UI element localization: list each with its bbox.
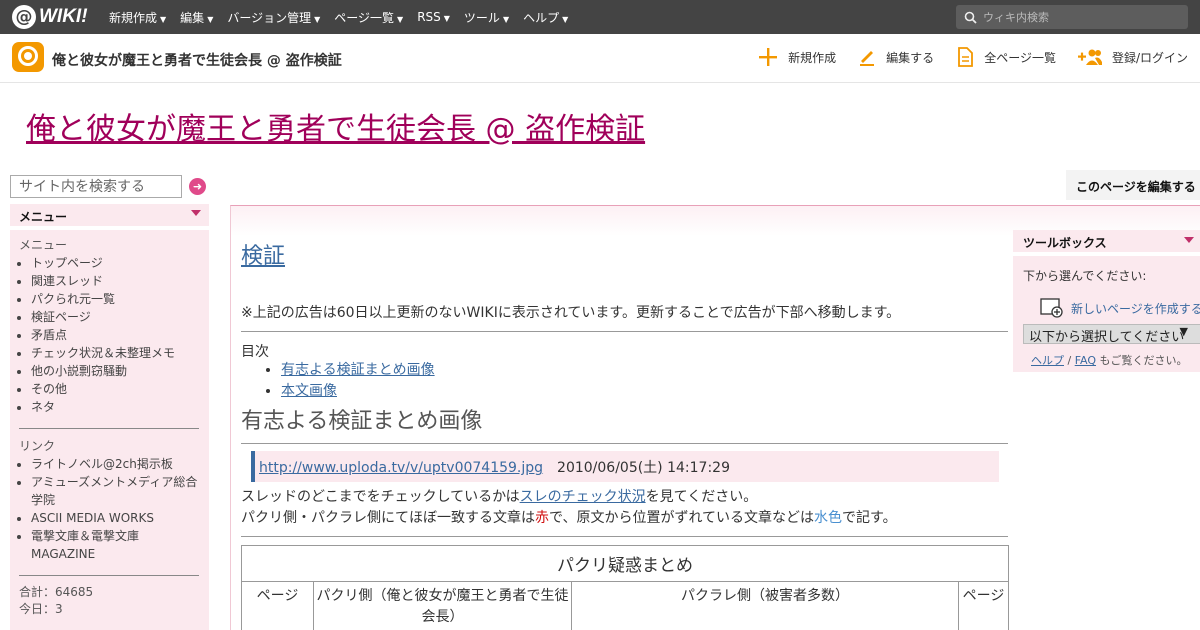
table-header-row: ページ パクリ側（俺と彼女が魔王と勇者で生徒会長） パクラレ側（被害者多数） ペ… xyxy=(241,581,1009,630)
site-header: 俺と彼女が魔王と勇者で生徒会長 @ 盗作検証 新規作成 編集する 全ページ一覧 … xyxy=(0,34,1200,83)
section-heading: 有志よる検証まとめ画像 xyxy=(241,409,483,434)
wiki-title-link[interactable]: 俺と彼女が魔王と勇者で生徒会長 @ 盗作検証 xyxy=(26,104,645,148)
image-link[interactable]: http://www.uploda.tv/v/uptv0074159.jpg xyxy=(259,460,543,476)
red-label: 赤 xyxy=(535,510,549,526)
toolbox-header[interactable]: ツールボックス xyxy=(1013,230,1200,252)
toolbox-select[interactable]: 以下から選択してください ▼ xyxy=(1023,324,1200,344)
toolbox-panel: 下から選んでください: 新しいページを作成する 以下から選択してください ▼ ヘル… xyxy=(1013,256,1200,372)
menu-item-neta[interactable]: ネタ xyxy=(31,398,200,416)
search-submit-icon[interactable]: ➜ xyxy=(189,178,206,195)
toolbox-help: ヘルプ / FAQ もご覧ください。 xyxy=(1031,354,1188,367)
dropdown-arrow-icon: ▼ xyxy=(1179,325,1188,338)
logo-text: WIKI! xyxy=(39,6,88,27)
site-at-icon[interactable] xyxy=(12,42,44,72)
toc-link[interactable]: 本文画像 xyxy=(281,383,337,399)
search-icon xyxy=(964,11,977,24)
collapse-triangle-icon[interactable] xyxy=(1184,237,1194,243)
new-page-link[interactable]: 新しいページを作成する xyxy=(1039,298,1200,318)
login-button[interactable]: 登録/ログイン xyxy=(1077,48,1188,66)
menu-header[interactable]: メニュー xyxy=(10,204,209,226)
link-item[interactable]: ASCII MEDIA WORKS xyxy=(31,509,200,527)
toc-link[interactable]: 有志よる検証まとめ画像 xyxy=(281,362,435,378)
comparison-table: パクリ疑惑まとめ ページ パクリ側（俺と彼女が魔王と勇者で生徒会長） パクラレ側… xyxy=(241,545,1009,630)
link-item[interactable]: 電撃文庫＆電撃文庫MAGAZINE xyxy=(31,527,200,563)
menu-item-threads[interactable]: 関連スレッド xyxy=(31,272,200,290)
all-pages-button[interactable]: 全ページ一覧 xyxy=(956,47,1056,67)
divider xyxy=(241,331,1008,332)
toc-item: 本文画像 xyxy=(281,381,435,402)
top-bar: @ WIKI! 新規作成 ▼ 編集 ▼ バージョン管理 ▼ ページ一覧 ▼ RSS ▼ ツ… xyxy=(0,0,1200,34)
menu-item-sources[interactable]: パクられ元一覧 xyxy=(31,290,200,308)
wiki-search-input[interactable] xyxy=(983,10,1183,24)
nav-help[interactable]: ヘルプ ▼ xyxy=(523,9,568,26)
toc-label: 目次 xyxy=(241,344,269,360)
edit-button[interactable]: 編集する xyxy=(858,47,934,67)
document-icon xyxy=(958,47,974,67)
site-search-input[interactable] xyxy=(10,175,182,198)
new-page-icon xyxy=(1040,298,1063,318)
link-item[interactable]: アミューズメントメディア総合学院 xyxy=(31,473,200,509)
caret-down-icon: ▼ xyxy=(397,14,404,24)
site-title[interactable]: 俺と彼女が魔王と勇者で生徒会長 @ 盗作検証 xyxy=(52,50,342,70)
atwiki-logo[interactable]: @ WIKI! xyxy=(12,5,88,29)
nav-version[interactable]: バージョン管理 ▼ xyxy=(227,9,320,26)
menu-item-verify[interactable]: 検証ページ xyxy=(31,308,200,326)
top-nav: 新規作成 ▼ 編集 ▼ バージョン管理 ▼ ページ一覧 ▼ RSS ▼ ツール ▼ ヘルプ ▼ xyxy=(109,0,582,34)
collapse-triangle-icon[interactable] xyxy=(191,210,201,216)
cyan-label: 水色 xyxy=(814,510,843,526)
check-status-link[interactable]: スレのチェック状況 xyxy=(520,489,646,505)
post-date: 2010/06/05(土) 14:17:29 xyxy=(557,460,730,476)
new-page-button[interactable]: 新規作成 xyxy=(758,47,836,67)
table-caption: パクリ疑惑まとめ xyxy=(241,545,1009,582)
col-page-2: ページ xyxy=(958,581,1009,630)
link-item[interactable]: ライトノベル@2ch掲示板 xyxy=(31,455,200,473)
nav-pages[interactable]: ページ一覧 ▼ xyxy=(334,9,403,26)
nav-new[interactable]: 新規作成 ▼ xyxy=(109,9,166,26)
edit-this-page-button[interactable]: このページを編集する xyxy=(1066,170,1200,200)
menu-item-misc[interactable]: その他 xyxy=(31,380,200,398)
caret-down-icon: ▼ xyxy=(502,14,510,24)
caret-down-icon: ▼ xyxy=(314,14,321,24)
wiki-search xyxy=(956,5,1188,29)
caret-down-icon: ▼ xyxy=(443,14,450,23)
col-victim: パクラレ側（被害者多数） xyxy=(571,581,959,630)
counter-total: 合計：64685 xyxy=(19,585,94,599)
links-heading: リンク xyxy=(19,439,56,453)
caret-down-icon: ▼ xyxy=(160,14,167,24)
col-page: ページ xyxy=(241,581,314,630)
nav-rss[interactable]: RSS ▼ xyxy=(417,10,450,24)
menu-heading: メニュー xyxy=(19,238,68,252)
caret-down-icon: ▼ xyxy=(207,14,214,24)
caret-down-icon: ▼ xyxy=(562,14,569,24)
help-link[interactable]: ヘルプ xyxy=(1031,354,1064,367)
counter-today: 今日：3 xyxy=(19,602,63,616)
nav-tools[interactable]: ツール ▼ xyxy=(464,9,509,26)
col-plagiarist: パクリ側（俺と彼女が魔王と勇者で生徒会長） xyxy=(313,581,572,630)
legend-note: パクリ側・パクラレ側にてほぼ一致する文章は赤で、原文から位置がずれている文章など… xyxy=(241,510,897,526)
logo-mark: @ xyxy=(12,5,36,29)
ad-notice: ※上記の広告は60日以上更新のないWIKIに表示されています。更新することで広告… xyxy=(241,305,901,321)
menu-item-check-status[interactable]: チェック状況＆未整理メモ xyxy=(31,344,200,362)
pencil-icon xyxy=(860,51,875,66)
menu-item-other-novels[interactable]: 他の小説剽窃騒動 xyxy=(31,362,200,380)
toc-item: 有志よる検証まとめ画像 xyxy=(281,360,435,381)
plus-icon xyxy=(759,48,778,66)
menu-item-top[interactable]: トップページ xyxy=(31,254,200,272)
nav-edit[interactable]: 編集 ▼ xyxy=(180,9,213,26)
left-menu: メニュー トップページ 関連スレッド パクられ元一覧 検証ページ 矛盾点 チェッ… xyxy=(10,230,209,630)
faq-link[interactable]: FAQ xyxy=(1075,354,1096,367)
divider xyxy=(19,428,199,429)
quote-block: http://www.uploda.tv/v/uptv0074159.jpg 20… xyxy=(251,451,999,482)
toolbox-prompt: 下から選んでください: xyxy=(1023,269,1147,283)
divider xyxy=(19,575,199,576)
table-of-contents: 有志よる検証まとめ画像 本文画像 xyxy=(263,360,435,402)
divider xyxy=(241,443,1008,444)
check-note: スレッドのどこまでをチェックしているかはスレのチェック状況を見てください。 xyxy=(241,489,758,505)
page-heading-link[interactable]: 検証 xyxy=(241,238,285,270)
divider xyxy=(241,536,1008,537)
header-actions: 新規作成 編集する 全ページ一覧 登録/ログイン xyxy=(736,47,1188,67)
menu-item-contradictions[interactable]: 矛盾点 xyxy=(31,326,200,344)
add-user-icon xyxy=(1077,49,1102,65)
